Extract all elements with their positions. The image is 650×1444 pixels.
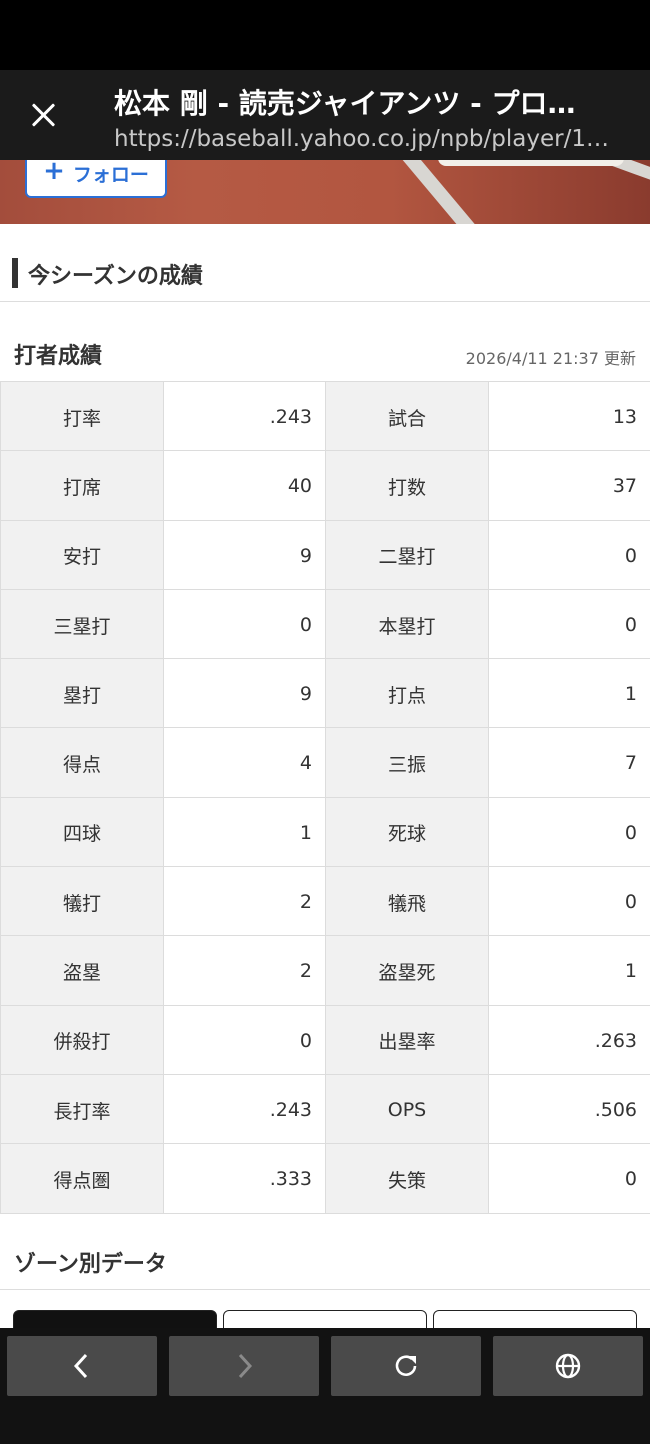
stat-label: 盗塁 — [0, 935, 164, 1006]
stat-value: 1 — [488, 935, 650, 1006]
stat-label: 三振 — [325, 727, 489, 798]
stat-label: 打数 — [325, 450, 489, 521]
forward-button[interactable] — [169, 1336, 319, 1396]
stats-row: 得点圏 .333 失策 0 — [0, 1143, 650, 1214]
stats-row: 塁打 9 打点 1 — [0, 658, 650, 729]
stat-value: 1 — [163, 796, 326, 868]
batting-title: 打者成績 — [14, 344, 103, 369]
stat-label: 死球 — [325, 796, 489, 868]
stat-label: 本塁打 — [325, 588, 489, 660]
close-icon[interactable] — [22, 92, 66, 136]
stat-label: 打点 — [325, 658, 489, 729]
batting-stats-table: 打率 .243 試合 13 打席 40 打数 37 安打 9 二塁打 0 三塁打 0 本塁打 0 塁打 9 打点 1 得… — [0, 380, 650, 1214]
stat-value: 4 — [163, 727, 326, 798]
stat-label: 得点圏 — [0, 1143, 164, 1214]
stats-row: 打率 .243 試合 13 — [0, 380, 650, 452]
stats-row: 打席 40 打数 37 — [0, 450, 650, 521]
page-title: 松本 剛 - 読売ジャイアンツ - プロ… — [114, 87, 576, 120]
stats-row: 三塁打 0 本塁打 0 — [0, 588, 650, 660]
stat-value: 9 — [163, 658, 326, 729]
batting-header: 打者成績 2026/4/11 21:37 更新 — [0, 330, 650, 380]
stat-value: 0 — [488, 588, 650, 660]
stat-value: 2 — [163, 866, 326, 937]
reload-button[interactable] — [331, 1336, 481, 1396]
stats-row: 安打 9 二塁打 0 — [0, 519, 650, 590]
stats-row: 盗塁 2 盗塁死 1 — [0, 935, 650, 1006]
stat-value: .243 — [163, 380, 326, 452]
stat-label: 得点 — [0, 727, 164, 798]
stat-value: 1 — [488, 658, 650, 729]
stats-row: 得点 4 三振 7 — [0, 727, 650, 798]
browser-bottom-bar — [0, 1328, 650, 1444]
stats-row: 犠打 2 犠飛 0 — [0, 866, 650, 937]
stat-value: .243 — [163, 1073, 326, 1145]
status-bar — [0, 0, 650, 70]
stat-label: 塁打 — [0, 658, 164, 729]
plus-icon: + — [43, 156, 65, 186]
stat-value: .506 — [488, 1073, 650, 1145]
chevron-right-icon — [238, 1353, 253, 1379]
stat-value: 0 — [488, 519, 650, 590]
stat-label: 犠打 — [0, 866, 164, 937]
stat-value: 2 — [163, 935, 326, 1006]
stat-value: 0 — [488, 866, 650, 937]
stat-label: 安打 — [0, 519, 164, 590]
season-section-title: 今シーズンの成績 — [28, 264, 203, 289]
stat-value: 40 — [163, 450, 326, 521]
season-section-header: 今シーズンの成績 — [0, 244, 650, 302]
stat-value: 9 — [163, 519, 326, 590]
stat-label: 三塁打 — [0, 588, 164, 660]
stats-row: 四球 1 死球 0 — [0, 796, 650, 868]
stat-label: 併殺打 — [0, 1004, 164, 1075]
stat-value: 0 — [488, 1143, 650, 1214]
stat-label: 盗塁死 — [325, 935, 489, 1006]
stat-value: 7 — [488, 727, 650, 798]
stats-row: 長打率 .243 OPS .506 — [0, 1073, 650, 1145]
stat-label: 打席 — [0, 450, 164, 521]
zone-section-header: ゾーン別データ — [0, 1230, 650, 1290]
stat-label: OPS — [325, 1073, 489, 1145]
stat-label: 長打率 — [0, 1073, 164, 1145]
section-marker — [12, 258, 18, 288]
chevron-left-icon — [73, 1353, 88, 1379]
stat-value: 0 — [163, 1004, 326, 1075]
stat-value: 0 — [163, 588, 326, 660]
stat-label: 出塁率 — [325, 1004, 489, 1075]
stat-label: 試合 — [325, 380, 489, 452]
zone-section-title: ゾーン別データ — [14, 1252, 167, 1277]
back-button[interactable] — [7, 1336, 157, 1396]
stat-label: 二塁打 — [325, 519, 489, 590]
page-url[interactable]: https://baseball.yahoo.co.jp/npb/player/… — [114, 126, 614, 152]
stat-value: 37 — [488, 450, 650, 521]
updated-timestamp: 2026/4/11 21:37 更新 — [465, 349, 636, 368]
stat-value: .263 — [488, 1004, 650, 1075]
stat-label: 打率 — [0, 380, 164, 452]
follow-label: フォロー — [72, 163, 149, 186]
browser-top-bar: 松本 剛 - 読売ジャイアンツ - プロ… https://baseball.y… — [0, 70, 650, 160]
stat-value: .333 — [163, 1143, 326, 1214]
open-browser-button[interactable] — [493, 1336, 643, 1396]
stat-label: 犠飛 — [325, 866, 489, 937]
stats-row: 併殺打 0 出塁率 .263 — [0, 1004, 650, 1075]
stat-label: 失策 — [325, 1143, 489, 1214]
stat-value: 13 — [488, 380, 650, 452]
reload-icon — [395, 1355, 417, 1376]
stat-label: 四球 — [0, 796, 164, 868]
globe-icon — [555, 1353, 581, 1379]
stat-value: 0 — [488, 796, 650, 868]
